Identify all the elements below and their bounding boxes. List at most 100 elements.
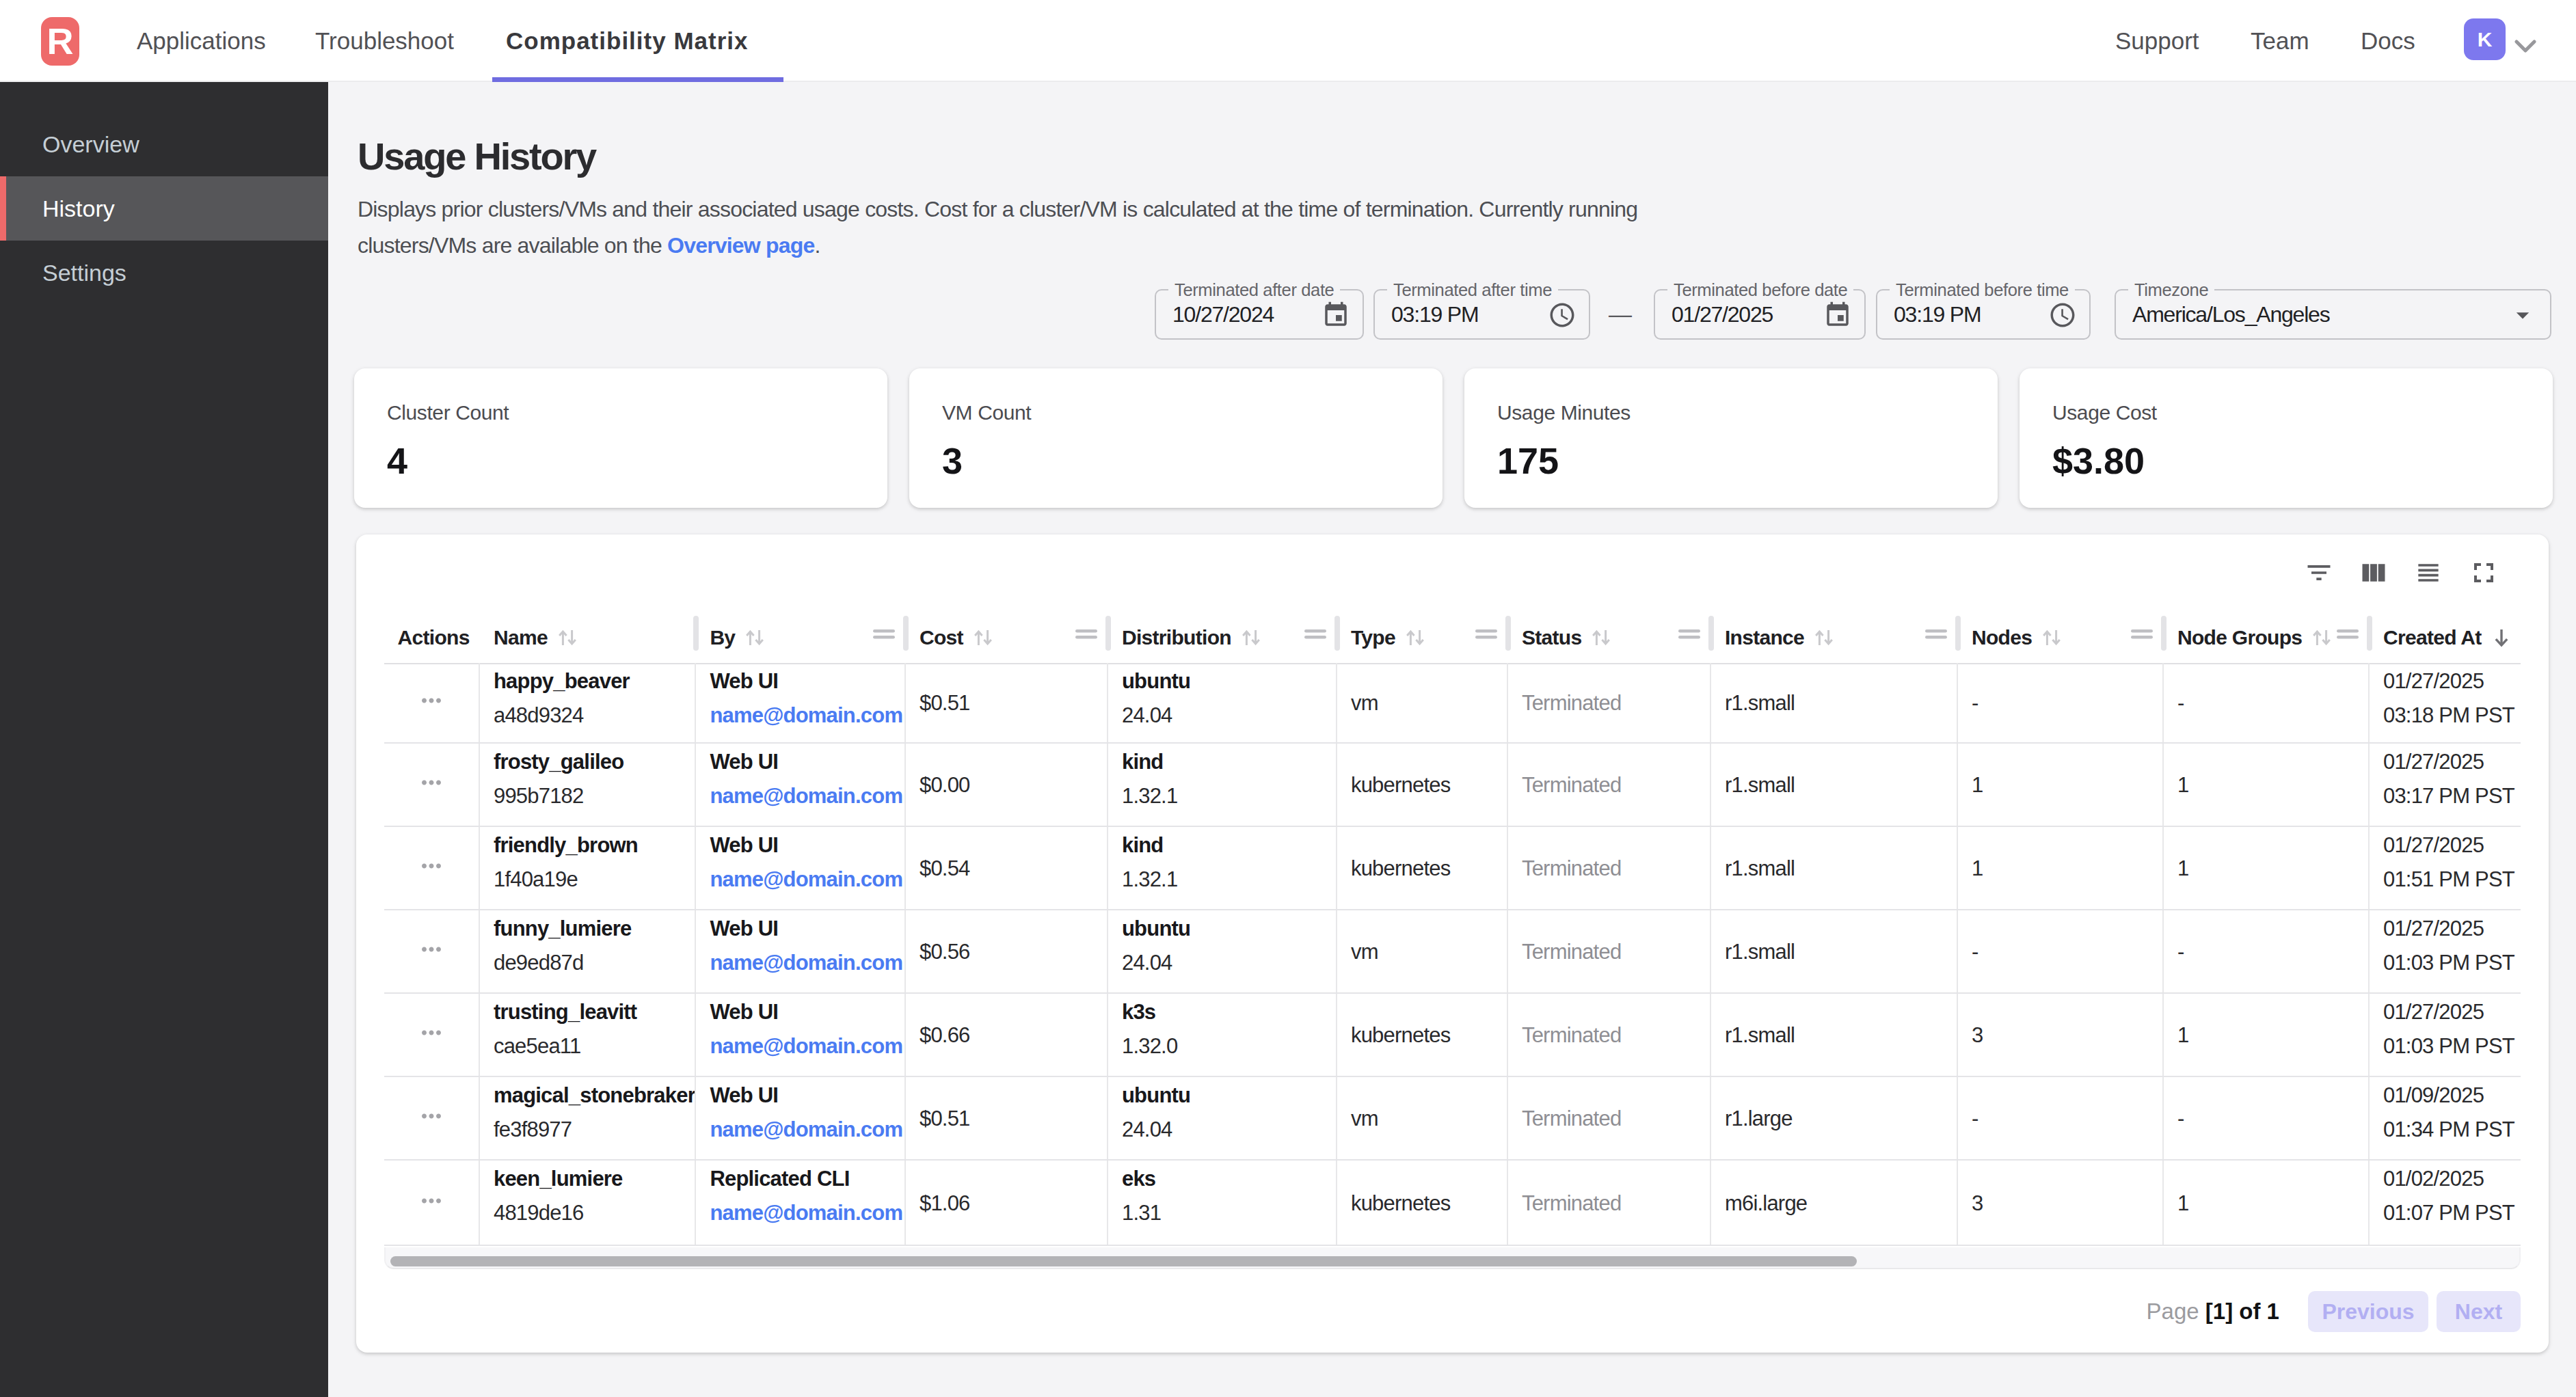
column-menu-nodeGroups[interactable]	[2337, 629, 2359, 639]
creator-email-link[interactable]: name@domain.com	[710, 1117, 902, 1141]
column-menu-icon	[2131, 629, 2153, 639]
cluster-id: a48d9324	[494, 698, 681, 733]
creator-email-link[interactable]: name@domain.com	[710, 784, 902, 808]
toolbar-columns-button[interactable]	[2349, 548, 2398, 597]
cell-createdAt: 01/09/202501:34 PM PST	[2370, 1077, 2521, 1161]
brand-logo[interactable]: R	[41, 17, 79, 66]
active-tab-underline	[492, 77, 783, 82]
cost-value: $0.51	[920, 1102, 970, 1136]
creator-email-link[interactable]: name@domain.com	[710, 703, 902, 727]
sidebar-item-settings[interactable]: Settings	[0, 241, 328, 305]
distribution-name: ubuntu	[1122, 912, 1322, 946]
column-label: By	[710, 626, 735, 649]
column-menu-distribution[interactable]	[1304, 629, 1326, 639]
toolbar-filter-button[interactable]	[2294, 548, 2344, 597]
cell-by: Replicated CLIname@domain.com	[696, 1161, 906, 1246]
row-actions-button[interactable]	[417, 686, 446, 720]
column-header-distribution[interactable]: Distribution	[1108, 612, 1337, 663]
created-date: 01/09/2025	[2383, 1079, 2507, 1113]
distribution-version: 1.32.1	[1122, 863, 1322, 897]
cluster-id: 4819de16	[494, 1196, 681, 1230]
cell-status: Terminated	[1508, 827, 1711, 910]
column-separator	[903, 616, 909, 651]
creator-email-link[interactable]: name@domain.com	[710, 951, 902, 975]
creator-email-link[interactable]: name@domain.com	[710, 1201, 902, 1225]
cell-by: Web UIname@domain.com	[696, 994, 906, 1077]
creator-email-link[interactable]: name@domain.com	[710, 867, 902, 891]
cluster-name: friendly_brown	[494, 828, 681, 863]
toolbar-fullscreen-button[interactable]	[2459, 548, 2508, 597]
sidebar-item-overview[interactable]: Overview	[0, 112, 328, 176]
cluster-name: magical_stonebraker	[494, 1079, 681, 1113]
filter-range-dash: —	[1608, 289, 1633, 340]
instance-value: r1.small	[1725, 935, 1795, 969]
node-groups-value: 1	[2177, 852, 2188, 886]
stat-label: VM Count	[942, 401, 1031, 424]
row-actions-button[interactable]	[417, 1186, 446, 1221]
stat-value: 4	[387, 439, 407, 482]
cost-value: $0.66	[920, 1018, 970, 1053]
column-menu-cost[interactable]	[1075, 629, 1097, 639]
more-actions-icon	[417, 1018, 446, 1047]
filter-field-terminated-after-date[interactable]: Terminated after date 10/27/2024	[1155, 289, 1364, 340]
user-avatar[interactable]: K	[2464, 18, 2506, 60]
nav-tab-compatibility-matrix[interactable]: Compatibility Matrix	[506, 0, 748, 82]
filter-icon-wrap[interactable]	[2508, 300, 2538, 336]
node-groups-value: 1	[2177, 1186, 2188, 1221]
filter-field-timezone[interactable]: Timezone America/Los_Angeles	[2115, 289, 2551, 340]
filter-icon-wrap[interactable]	[2048, 301, 2077, 335]
row-actions-button[interactable]	[417, 768, 446, 802]
column-header-createdAt[interactable]: Created At	[2370, 612, 2521, 663]
page-value: [1] of 1	[2205, 1299, 2279, 1324]
cell-distribution: ubuntu24.04	[1108, 663, 1337, 744]
filter-field-terminated-after-time[interactable]: Terminated after time 03:19 PM	[1373, 289, 1590, 340]
table-row: magical_stonebrakerfe3f8977 Web UIname@d…	[384, 1077, 2521, 1161]
more-actions-icon	[417, 768, 446, 797]
table-row: funny_lumierede9ed87d Web UIname@domain.…	[384, 910, 2521, 994]
filter-field-terminated-before-time[interactable]: Terminated before time 03:19 PM	[1876, 289, 2091, 340]
nav-link-docs[interactable]: Docs	[2361, 0, 2415, 82]
distribution-name: eks	[1122, 1162, 1322, 1196]
nav-link-support[interactable]: Support	[2115, 0, 2199, 82]
next-page-button[interactable]: Next	[2437, 1291, 2521, 1332]
cluster-id: fe3f8977	[494, 1113, 681, 1147]
stat-label: Usage Minutes	[1497, 401, 1631, 424]
row-actions-button[interactable]	[417, 852, 446, 886]
row-actions-button[interactable]	[417, 935, 446, 969]
avatar-menu-button[interactable]	[2514, 34, 2537, 49]
nav-tab-troubleshoot[interactable]: Troubleshoot	[315, 0, 454, 82]
column-header-actions[interactable]: Actions	[384, 612, 480, 663]
column-menu-status[interactable]	[1678, 629, 1700, 639]
column-header-instance[interactable]: Instance	[1711, 612, 1958, 663]
previous-page-button[interactable]: Previous	[2308, 1291, 2428, 1332]
column-menu-icon	[1475, 629, 1497, 639]
page-description: Displays prior clusters/VMs and their as…	[358, 191, 2258, 264]
creator-email-link[interactable]: name@domain.com	[710, 1034, 902, 1058]
table-footer: Page [1] of 1 Previous Next	[384, 1271, 2521, 1353]
sidebar-item-history[interactable]: History	[0, 176, 328, 241]
column-header-name[interactable]: Name	[480, 612, 696, 663]
column-menu-by[interactable]	[873, 629, 895, 639]
nodes-value: 3	[1972, 1018, 1983, 1053]
cell-node-groups: -	[2164, 910, 2370, 994]
nav-tab-applications[interactable]: Applications	[137, 0, 266, 82]
horizontal-scrollbar-thumb[interactable]	[390, 1256, 1857, 1266]
cell-distribution: kind1.32.1	[1108, 744, 1337, 827]
column-menu-instance[interactable]	[1925, 629, 1947, 639]
toolbar-density-button[interactable]	[2404, 548, 2453, 597]
column-menu-type[interactable]	[1475, 629, 1497, 639]
created-date: 01/27/2025	[2383, 664, 2507, 698]
horizontal-scrollbar-track[interactable]	[384, 1247, 2521, 1269]
filter-icon-wrap[interactable]	[1548, 301, 1577, 335]
filter-icon-wrap[interactable]	[1321, 301, 1350, 335]
nav-link-team[interactable]: Team	[2251, 0, 2309, 82]
column-separator	[1334, 616, 1340, 651]
cluster-name: frosty_galileo	[494, 745, 681, 779]
row-actions-button[interactable]	[417, 1018, 446, 1053]
row-actions-button[interactable]	[417, 1102, 446, 1136]
column-menu-nodes[interactable]	[2131, 629, 2153, 639]
column-menu-icon	[1925, 629, 1947, 639]
overview-page-link[interactable]: Overview page	[667, 233, 815, 258]
filter-field-terminated-before-date[interactable]: Terminated before date 01/27/2025	[1654, 289, 1866, 340]
filter-icon-wrap[interactable]	[1823, 301, 1852, 335]
